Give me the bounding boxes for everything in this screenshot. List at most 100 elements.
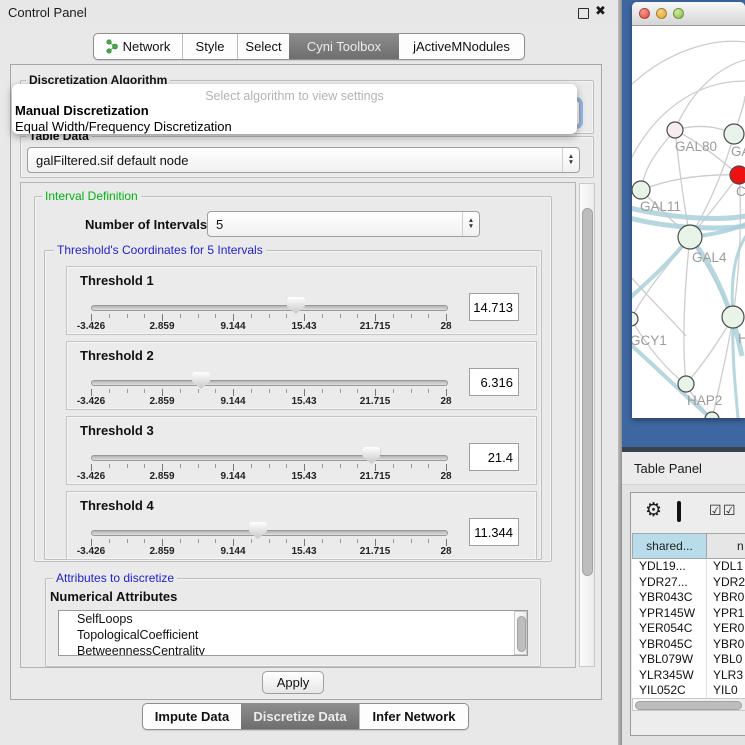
numerical-attribute-item[interactable]: SelfLoops (59, 611, 527, 627)
listbox-scrollbar[interactable] (514, 611, 527, 655)
slider-tick (109, 314, 110, 318)
network-edge[interactable] (675, 60, 745, 130)
slider-track[interactable] (91, 305, 448, 311)
network-node-GAL80[interactable] (667, 122, 683, 138)
slider-tick (162, 314, 163, 321)
slider-thumb[interactable] (287, 297, 305, 314)
minimize-traffic-light-icon[interactable] (656, 8, 667, 19)
network-node-GAL11[interactable] (632, 181, 650, 199)
network-window-titlebar[interactable] (632, 2, 745, 26)
table-h-scrollbar[interactable] (632, 698, 745, 711)
tab-style[interactable]: Style (182, 34, 237, 59)
slider-tick (215, 539, 216, 543)
slider-track[interactable] (91, 455, 448, 461)
slider-thumb[interactable] (249, 522, 267, 539)
slider-tick (286, 314, 287, 318)
network-node-label: HAP2 (687, 393, 722, 408)
network-node-GCY1[interactable] (632, 312, 638, 326)
slider-scale-label: 28 (416, 546, 476, 557)
tab-discretize-data[interactable]: Discretize Data (241, 704, 359, 729)
network-edge[interactable] (684, 237, 690, 384)
cell-shared-name: YIL052C (632, 683, 707, 698)
slider-thumb[interactable] (362, 447, 380, 464)
network-edge-highlighted[interactable] (632, 237, 690, 298)
slider-scale-label: 9.144 (203, 321, 263, 332)
slider-tick (109, 539, 110, 543)
combo-stepper-icon[interactable]: ▲▼ (562, 148, 579, 172)
slider-track[interactable] (91, 530, 448, 536)
slider-tick (91, 539, 92, 546)
apply-button[interactable]: Apply (262, 671, 324, 694)
cell-shared-name: YBR045C (632, 637, 707, 653)
table-row[interactable]: YLR345WYLR3 (632, 668, 745, 684)
table-row[interactable]: YBR045CYBR0 (632, 637, 745, 653)
tab-network-label: Network (123, 39, 171, 54)
slider-scale-label: 15.43 (274, 321, 334, 332)
float-window-icon[interactable] (578, 8, 589, 19)
slider-tick (304, 389, 305, 396)
network-node-node-top[interactable] (724, 124, 744, 144)
slider-tick (269, 314, 270, 318)
table-row[interactable]: YBL079WYBL0 (632, 652, 745, 668)
slider-scale-label: 2.859 (132, 321, 192, 332)
column-header-shared-name[interactable]: shared... (632, 533, 707, 559)
network-node-H-node[interactable] (722, 306, 744, 328)
threshold-value-input[interactable] (469, 443, 519, 471)
network-node-label: GAL11 (640, 199, 681, 214)
table-row[interactable]: YBR043CYBR0 (632, 590, 745, 606)
dropdown-hint: Select algorithm to view settings (12, 84, 577, 103)
network-canvas[interactable]: GAL80GACGAL11GAL4GCY1HHAP2 (632, 26, 745, 418)
slider-thumb[interactable] (192, 372, 210, 389)
slider-track[interactable] (91, 380, 448, 386)
threshold-value-input[interactable] (469, 293, 519, 321)
threshold-value-input[interactable] (469, 518, 519, 546)
panel-scrollbar[interactable] (579, 183, 595, 667)
threshold-value-input[interactable] (469, 368, 519, 396)
close-icon[interactable]: ✖ (595, 3, 606, 19)
listbox-scrollbar-thumb[interactable] (517, 616, 526, 652)
number-of-intervals-combobox[interactable]: 5 ▲▼ (207, 211, 480, 237)
numerical-attribute-item[interactable]: BetweennessCentrality (59, 643, 527, 656)
slider-tick (411, 389, 412, 393)
slider-tick (428, 314, 429, 318)
dropdown-option-equal-width[interactable]: Equal Width/Frequency Discretization (12, 119, 577, 135)
zoom-traffic-light-icon[interactable] (673, 8, 684, 19)
split-columns-icon[interactable] (677, 501, 681, 522)
combo-stepper-icon[interactable]: ▲▼ (462, 212, 479, 236)
slider-tick (322, 539, 323, 543)
dropdown-option-manual[interactable]: Manual Discretization (12, 103, 577, 119)
column-header-name[interactable]: n (707, 533, 745, 559)
table-row[interactable]: YIL052CYIL0 (632, 683, 745, 698)
close-traffic-light-icon[interactable] (639, 8, 650, 19)
tab-jactivemnodules[interactable]: jActiveMNodules (399, 34, 524, 59)
slider-scale-label: 21.715 (345, 396, 405, 407)
table-row[interactable]: YDR27...YDR2 (632, 575, 745, 591)
slider-tick (180, 389, 181, 393)
table-row[interactable]: YER054CYER0 (632, 621, 745, 637)
network-node-GAL4[interactable] (678, 225, 702, 249)
numerical-attribute-item[interactable]: TopologicalCoefficient (59, 627, 527, 643)
tab-network[interactable]: Network (94, 34, 182, 59)
slider-tick (180, 464, 181, 468)
network-edge[interactable] (686, 317, 733, 384)
table-row[interactable]: YPR145WYPR1 (632, 606, 745, 622)
network-edge[interactable] (641, 175, 739, 190)
table-h-scrollbar-thumb[interactable] (635, 701, 742, 710)
tab-cyni-toolbox[interactable]: Cyni Toolbox (289, 34, 399, 59)
table-row[interactable]: YDL19...YDL1 (632, 559, 745, 575)
tab-impute-data[interactable]: Impute Data (143, 704, 241, 729)
network-node-HAP2[interactable] (678, 376, 694, 392)
network-edge[interactable] (632, 276, 686, 336)
network-node-node-red[interactable] (730, 166, 745, 184)
panel-scrollbar-thumb[interactable] (582, 208, 593, 576)
select-all-checkbox-icon[interactable]: ☑ (723, 502, 736, 519)
network-edge[interactable] (632, 41, 745, 86)
tab-infer-network[interactable]: Infer Network (359, 704, 468, 729)
threshold-panel: Threshold 3-3.4262.8599.14415.4321.71528 (66, 416, 537, 485)
slider-tick (233, 389, 234, 396)
tab-select[interactable]: Select (237, 34, 289, 59)
gear-icon[interactable]: ⚙ (645, 499, 662, 522)
select-columns-icon[interactable]: ☑ (709, 502, 722, 519)
numerical-attributes-listbox[interactable]: SelfLoopsTopologicalCoefficientBetweenne… (58, 610, 528, 656)
table-data-combobox[interactable]: galFiltered.sif default node ▲▼ (27, 147, 580, 173)
